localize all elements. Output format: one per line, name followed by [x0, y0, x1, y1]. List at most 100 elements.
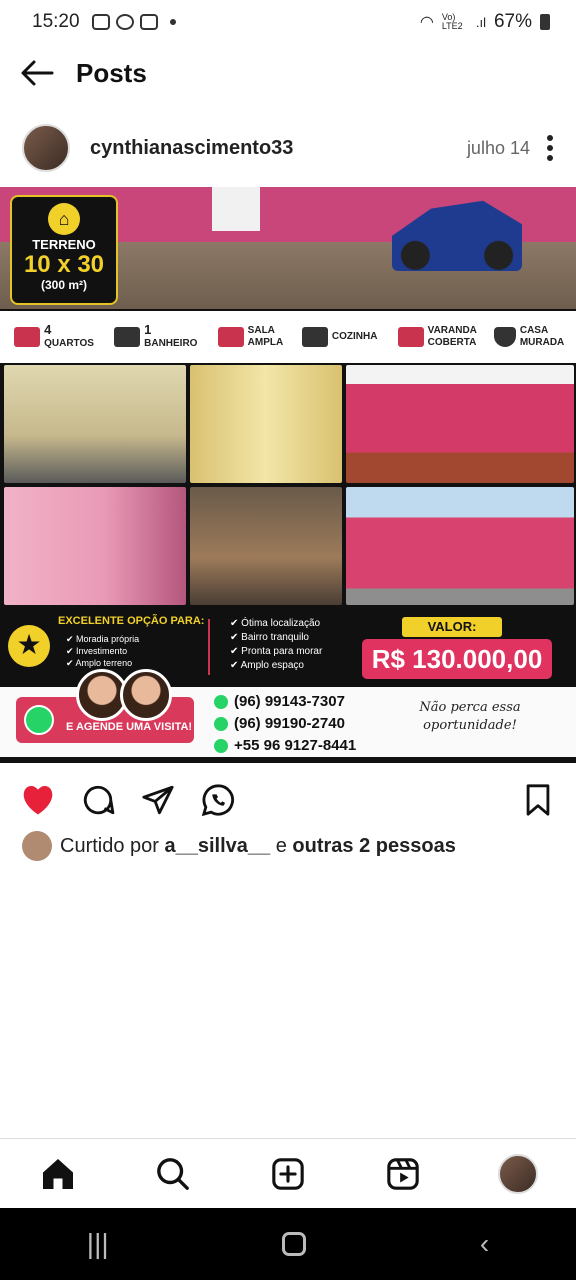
arrow-left-icon[interactable]	[20, 59, 54, 87]
whatsapp-icon	[214, 717, 228, 731]
feature-item: COZINHA	[301, 327, 378, 347]
post-image[interactable]: ⌂ TERRENO 10 x 30 (300 m²) 4 QUARTOS 1 BAN…	[0, 187, 576, 763]
feature-item: 4 QUARTOS	[14, 322, 94, 350]
reels-icon[interactable]	[383, 1154, 423, 1194]
back-nav-icon[interactable]: ‹	[480, 1228, 489, 1260]
gallery-notification-icon	[139, 14, 158, 30]
battery-percent: 67%	[493, 11, 532, 32]
feature-label: SALA AMPLA	[247, 325, 284, 348]
wifi-icon: ◠	[419, 14, 434, 31]
house-door	[212, 187, 260, 231]
more-notifications-icon	[169, 19, 176, 25]
feature-item: VARANDA COBERTA	[397, 325, 477, 349]
status-time: 15:20	[32, 11, 80, 32]
contact-strip: E AGENDE UMA VISITA! (96) 99143-7307 (96…	[0, 669, 576, 757]
feature-label: VARANDA COBERTA	[427, 325, 477, 348]
avatar	[498, 1153, 539, 1194]
recent-apps-icon[interactable]: |||	[87, 1228, 109, 1260]
sofa-icon	[217, 327, 244, 347]
face-sticker	[120, 669, 172, 721]
benefit-item: ✔ Bairro tranquilo	[230, 632, 309, 643]
profile-tab[interactable]	[498, 1153, 539, 1194]
motorcycle-photo	[392, 200, 522, 271]
porch-photo	[346, 365, 574, 483]
bed-icon	[14, 327, 41, 347]
terreno-box: ⌂ TERRENO 10 x 30 (300 m²)	[10, 195, 118, 305]
page-title: Posts	[76, 57, 147, 88]
divider	[208, 619, 210, 675]
system-nav-bar: ||| ‹	[0, 1208, 576, 1280]
excelente-item: ✔ Amplo terreno	[66, 658, 133, 668]
hallway-photo	[190, 365, 342, 483]
status-bar: 15:20 ◠ Vo) LTE2 .ıl 67%	[0, 0, 576, 44]
signal-icon: .ıl	[475, 14, 486, 30]
valor-label: VALOR:	[402, 617, 502, 637]
feature-label: COZINHA	[331, 331, 378, 342]
feature-item: 1 BANHEIRO	[114, 322, 197, 350]
house-porch-icon	[397, 327, 424, 347]
create-post-icon[interactable]	[268, 1154, 308, 1194]
search-icon[interactable]	[153, 1154, 193, 1194]
phone-item: (96) 99143-7307	[214, 691, 356, 713]
heart-icon[interactable]	[18, 780, 58, 820]
kitchen-photo	[4, 365, 186, 483]
likes-prefix: Curtido por	[60, 834, 159, 857]
phone-item: (96) 99190-2740	[214, 713, 356, 735]
bookmark-icon[interactable]	[518, 780, 558, 820]
youtube-notification-icon	[91, 14, 110, 30]
house-icon: ⌂	[48, 203, 80, 235]
features-row: 4 QUARTOS 1 BANHEIRO SALA AMPLA COZINHA VA…	[0, 311, 576, 363]
feature-item: CASA MURADA	[493, 325, 565, 349]
excelente-item: ✔ Moradia própria	[66, 634, 140, 644]
avatar[interactable]	[22, 124, 70, 172]
nao-perca-text: Não perca essa oportunidade!	[419, 700, 521, 733]
post-date: julho 14	[466, 137, 530, 158]
likes-others[interactable]: outras 2 pessoas	[292, 835, 455, 858]
shield-icon	[493, 327, 516, 347]
side-alley-photo	[4, 487, 186, 605]
benefit-item: ✔ Amplo espaço	[230, 660, 304, 671]
feature-item: SALA AMPLA	[217, 325, 284, 349]
feature-label: QUARTOS	[44, 338, 94, 349]
whatsapp-icon	[24, 705, 54, 735]
share-icon[interactable]	[138, 780, 178, 820]
phone-list: (96) 99143-7307 (96) 99190-2740 +55 96 9…	[214, 691, 356, 757]
comment-icon[interactable]	[78, 780, 118, 820]
likes-line[interactable]: Curtido por a__sillva__ e outras 2 pesso…	[22, 828, 456, 864]
excelente-title: EXCELENTE OPÇÃO PARA:	[58, 615, 205, 627]
benefit-item: ✔ Ótima localização	[230, 618, 321, 629]
likes-middle: e	[275, 834, 287, 857]
action-row	[0, 776, 576, 824]
home-icon[interactable]	[38, 1154, 78, 1194]
bottom-nav	[0, 1138, 576, 1208]
feature-number: 1	[144, 322, 152, 337]
battery-icon	[540, 14, 550, 30]
face-stickers	[76, 669, 176, 725]
banner-photo: ⌂ TERRENO 10 x 30 (300 m²)	[0, 187, 576, 309]
star-icon: ★	[8, 625, 50, 667]
excelente-item: ✔ Investimento	[66, 646, 128, 656]
terreno-label: TERRENO	[32, 237, 96, 252]
whatsapp-share-icon[interactable]	[198, 780, 238, 820]
top-bar: Posts	[0, 44, 576, 102]
whatsapp-icon	[214, 695, 228, 709]
whatsapp-notification-icon	[115, 14, 134, 30]
whatsapp-icon	[214, 739, 228, 753]
backyard-photo	[190, 487, 342, 605]
home-button-icon[interactable]	[282, 1232, 307, 1256]
excelente-list: ✔ Moradia própria ✔ Investimento ✔ Amplo…	[66, 633, 139, 669]
more-vertical-icon[interactable]	[546, 135, 554, 161]
feature-label: CASA MURADA	[519, 325, 565, 348]
house-front-photo	[346, 487, 574, 605]
terreno-size: 10 x 30	[23, 251, 105, 278]
benefits-list: ✔ Ótima localização ✔ Bairro tranquilo ✔…	[230, 617, 322, 673]
likes-user[interactable]: a__sillva__	[165, 835, 271, 858]
liker-avatar	[22, 831, 52, 861]
kitchen-icon	[301, 327, 328, 347]
post-header: cynthianascimento33 julho 14	[0, 118, 576, 178]
username[interactable]: cynthianascimento33	[90, 137, 293, 160]
network-label: Vo) LTE2	[441, 12, 463, 31]
terreno-area: (300 m²)	[40, 278, 87, 292]
photo-grid	[0, 365, 576, 605]
feature-number: 4	[44, 322, 52, 337]
